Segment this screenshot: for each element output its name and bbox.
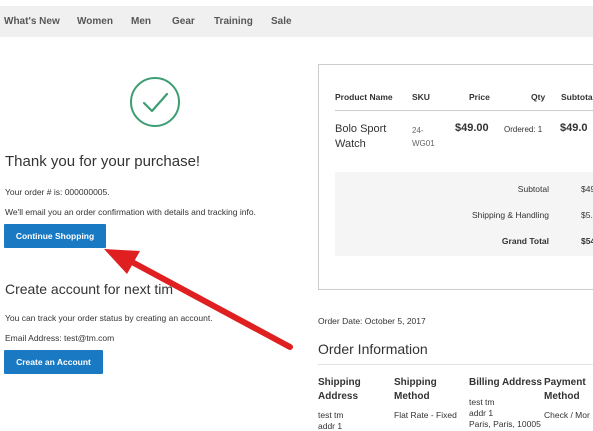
product-subtotal: $49.0 [560, 122, 588, 134]
order-number-line: Your order # is: 000000005. [5, 187, 110, 197]
checkmark-circle-icon [130, 77, 180, 127]
nav-item-training[interactable]: Training [214, 16, 253, 27]
order-number-prefix: Your order # is: [5, 187, 65, 197]
totals-subtotal-value: $49.0 [581, 184, 593, 194]
email-notice: We'll email you an order confirmation wi… [5, 207, 256, 217]
totals-shipping-value: $5.0 [581, 210, 593, 220]
totals-grand-total-value: $54.0 [581, 236, 593, 246]
product-qty: Ordered: 1 [504, 125, 543, 134]
order-information-title: Order Information [318, 341, 428, 357]
product-sku: 24-WG01 [412, 126, 435, 148]
totals-subtotal-label: Subtotal [517, 184, 549, 194]
billing-address-heading: Billing Address [469, 377, 542, 388]
order-number[interactable]: 000000005. [65, 187, 110, 197]
continue-shopping-button[interactable]: Continue Shopping [4, 224, 106, 248]
nav-item-women[interactable]: Women [77, 16, 113, 27]
order-items-box: Product Name SKU Price Qty Subtota Bolo … [318, 64, 593, 290]
payment-method-heading: Payment Method [544, 377, 586, 402]
order-totals: Subtotal $49.0 Shipping & Handling $5.0 … [335, 172, 593, 256]
page-title: Thank you for your purchase! [5, 153, 201, 170]
product-name: Bolo Sport Watch [335, 123, 387, 150]
order-information-divider [318, 364, 593, 365]
shipping-address-line: addr 1 [318, 421, 343, 431]
shipping-method-heading: Shipping Method [394, 377, 437, 402]
billing-address-line: test tm [469, 397, 495, 407]
column-header-subtotal: Subtota [561, 92, 593, 102]
table-header-divider [335, 110, 593, 111]
column-header-qty: Qty [531, 92, 546, 102]
order-date: Order Date: October 5, 2017 [318, 316, 426, 326]
shipping-address-heading: Shipping Address [318, 377, 361, 402]
nav-item-whats-new[interactable]: What's New [4, 16, 60, 27]
shipping-method-value: Flat Rate - Fixed [394, 410, 457, 420]
nav-item-sale[interactable]: Sale [271, 16, 292, 27]
billing-address-line: Paris, Paris, 10005 [469, 419, 541, 429]
create-account-button[interactable]: Create an Account [4, 350, 103, 374]
email-address-text: Email Address: test@tm.com [5, 333, 115, 343]
track-order-text: You can track your order status by creat… [5, 313, 213, 323]
billing-address-line: addr 1 [469, 408, 494, 418]
totals-shipping-label: Shipping & Handling [471, 210, 549, 220]
column-header-price: Price [469, 92, 490, 102]
shipping-address-line: test tm [318, 410, 344, 420]
column-header-product-name: Product Name [335, 92, 393, 102]
top-navigation: What's New Women Men Gear Training Sale [0, 6, 593, 37]
column-header-sku: SKU [412, 92, 430, 102]
payment-method-value: Check / Mor [544, 410, 590, 420]
product-price: $49.00 [455, 122, 489, 134]
totals-grand-total-label: Grand Total [501, 236, 549, 246]
nav-item-men[interactable]: Men [131, 16, 151, 27]
nav-item-gear[interactable]: Gear [172, 16, 195, 27]
create-account-title: Create account for next tim [5, 281, 174, 297]
